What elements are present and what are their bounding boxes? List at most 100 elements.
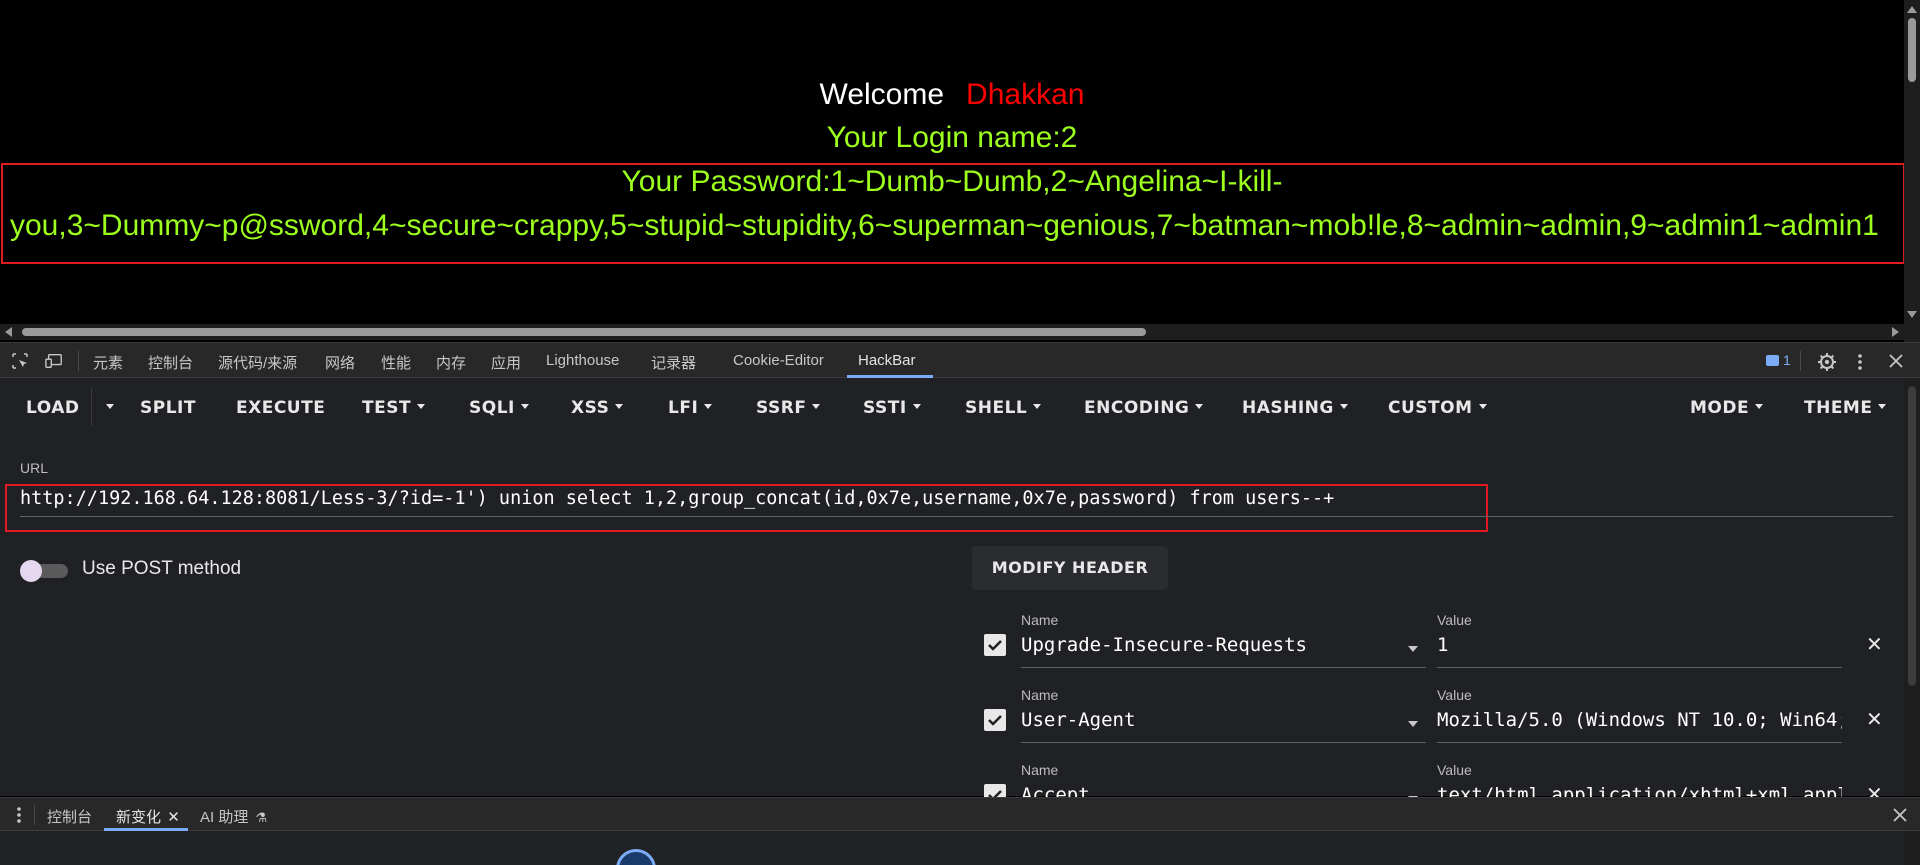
tab-sources[interactable]: 源代码/来源	[218, 352, 297, 373]
header-enabled-checkbox[interactable]	[984, 634, 1006, 656]
chevron-down-icon	[1478, 403, 1487, 409]
tab-lighthouse[interactable]: Lighthouse	[546, 352, 619, 369]
scrollbar-corner	[1904, 324, 1920, 342]
shell-menu-button[interactable]: SHELL	[965, 398, 1042, 418]
sqli-menu-button[interactable]: SQLI	[469, 398, 529, 418]
header-value-input[interactable]: 1	[1437, 634, 1842, 668]
page-vertical-scrollbar[interactable]	[1904, 0, 1920, 324]
tab-memory[interactable]: 内存	[436, 352, 466, 373]
scroll-left-arrow-icon[interactable]	[5, 327, 12, 337]
horizontal-scroll-thumb[interactable]	[22, 328, 1146, 336]
custom-menu-button[interactable]: CUSTOM	[1388, 398, 1487, 418]
chevron-down-icon	[1878, 403, 1887, 409]
devtools-tab-bar: 元素 控制台 源代码/来源 网络 性能 内存 应用 Lighthouse 记录器…	[0, 342, 1920, 378]
scroll-right-arrow-icon[interactable]	[1892, 327, 1899, 337]
chevron-down-icon	[1033, 403, 1042, 409]
welcome-line: Welcome Dhakkan	[0, 78, 1904, 112]
close-icon[interactable]: ✕	[1866, 632, 1883, 657]
drawer-tab-console[interactable]: 控制台	[47, 806, 92, 827]
tab-elements[interactable]: 元素	[93, 352, 123, 373]
test-menu-button[interactable]: TEST	[362, 398, 426, 418]
chevron-down-icon[interactable]	[1408, 646, 1418, 652]
url-input-underline	[20, 516, 1893, 517]
drawer-menu-icon[interactable]	[15, 806, 23, 824]
issues-count: 1	[1783, 352, 1791, 368]
modify-header-button[interactable]: MODIFY HEADER	[972, 546, 1168, 590]
execute-button[interactable]: EXECUTE	[236, 398, 325, 418]
page-content: Welcome Dhakkan Your Login name:2 Your Pa…	[0, 0, 1904, 324]
header-enabled-checkbox[interactable]	[984, 709, 1006, 731]
encoding-menu-button[interactable]: ENCODING	[1084, 398, 1204, 418]
lfi-menu-button[interactable]: LFI	[668, 398, 713, 418]
hashing-menu-button[interactable]: HASHING	[1242, 398, 1348, 418]
mode-label: MODE	[1690, 398, 1750, 418]
chevron-down-icon	[106, 403, 114, 409]
toolbar-divider	[78, 351, 79, 371]
drawer-scrollbar[interactable]	[1904, 831, 1920, 865]
scroll-down-arrow-icon[interactable]	[1907, 311, 1917, 318]
url-label: URL	[20, 460, 49, 476]
checkmark-icon	[988, 715, 1002, 726]
tab-hackbar[interactable]: HackBar	[858, 352, 916, 369]
close-icon[interactable]: ✕	[1866, 707, 1883, 732]
tab-performance[interactable]: 性能	[381, 352, 411, 373]
chevron-down-icon	[520, 403, 529, 409]
close-tab-icon[interactable]: ✕	[167, 809, 180, 826]
ai-assistant-label: AI 助理	[200, 809, 249, 826]
post-method-label: Use POST method	[82, 558, 242, 579]
tab-console[interactable]: 控制台	[148, 352, 193, 373]
scroll-up-arrow-icon[interactable]	[1907, 6, 1917, 13]
xss-menu-button[interactable]: XSS	[571, 398, 624, 418]
password-line-2: you,3~Dummy~p@ssword,4~secure~crappy,5~s…	[10, 209, 1879, 242]
password-line-1: Your Password:1~Dumb~Dumb,2~Angelina~I-k…	[621, 165, 1283, 198]
load-button[interactable]: LOAD	[26, 398, 80, 418]
ssti-menu-button[interactable]: SSTI	[863, 398, 921, 418]
hackbar-panel: URL http://192.168.64.128:8081/Less-3/?i…	[0, 438, 1904, 818]
tab-cookie-editor[interactable]: Cookie-Editor	[733, 352, 824, 369]
hackbar-toolbar: LOAD SPLIT EXECUTE TEST SQLI XSS LFI SSR…	[0, 378, 1904, 438]
header-value-input[interactable]: Mozilla/5.0 (Windows NT 10.0; Win64; x64…	[1437, 709, 1842, 743]
mode-menu-button[interactable]: MODE	[1690, 398, 1764, 418]
vertical-scroll-thumb[interactable]	[1908, 18, 1916, 82]
changes-placeholder-icon	[616, 849, 656, 865]
theme-menu-button[interactable]: THEME	[1804, 398, 1887, 418]
tab-network[interactable]: 网络	[325, 352, 355, 373]
split-button[interactable]: SPLIT	[140, 398, 196, 418]
page-viewport: Welcome Dhakkan Your Login name:2 Your Pa…	[0, 0, 1920, 342]
checkmark-icon	[988, 640, 1002, 651]
gear-icon[interactable]	[1817, 352, 1837, 372]
device-toolbar-icon[interactable]	[45, 352, 63, 370]
custom-label: CUSTOM	[1388, 398, 1473, 418]
toolbar-divider	[1800, 351, 1801, 371]
issues-counter[interactable]: 1	[1766, 352, 1791, 368]
sqli-label: SQLI	[469, 398, 515, 418]
drawer-tab-ai-assistant[interactable]: AI 助理 ⚗	[200, 806, 267, 827]
header-row: Name User-Agent Value Mozilla/5.0 (Windo…	[984, 683, 1884, 753]
hackbar-scroll-thumb[interactable]	[1908, 386, 1916, 686]
url-input[interactable]: http://192.168.64.128:8081/Less-3/?id=-1…	[20, 488, 1334, 509]
hackbar-scrollbar[interactable]	[1904, 378, 1920, 796]
encoding-label: ENCODING	[1084, 398, 1190, 418]
toggle-knob	[20, 560, 42, 582]
tab-application[interactable]: 应用	[491, 352, 521, 373]
xss-label: XSS	[571, 398, 610, 418]
hashing-label: HASHING	[1242, 398, 1334, 418]
load-dropdown-button[interactable]	[100, 398, 114, 418]
more-options-icon[interactable]	[1855, 352, 1865, 372]
inspect-element-icon[interactable]	[11, 352, 29, 370]
drawer-tab-changes[interactable]: 新变化 ✕	[116, 806, 180, 827]
close-drawer-icon[interactable]	[1892, 807, 1908, 823]
chevron-down-icon	[1195, 403, 1204, 409]
header-name-label: Name	[1021, 762, 1059, 778]
post-method-toggle[interactable]	[20, 558, 68, 582]
close-devtools-icon[interactable]	[1888, 352, 1904, 370]
ssrf-menu-button[interactable]: SSRF	[756, 398, 821, 418]
tab-recorder[interactable]: 记录器	[651, 352, 696, 373]
header-name-input[interactable]: User-Agent	[1021, 709, 1426, 743]
header-name-label: Name	[1021, 612, 1059, 628]
flask-icon: ⚗	[255, 810, 268, 825]
header-name-input[interactable]: Upgrade-Insecure-Requests	[1021, 634, 1426, 668]
chevron-down-icon[interactable]	[1408, 721, 1418, 727]
page-horizontal-scrollbar[interactable]	[0, 324, 1904, 340]
chevron-down-icon	[1339, 403, 1348, 409]
